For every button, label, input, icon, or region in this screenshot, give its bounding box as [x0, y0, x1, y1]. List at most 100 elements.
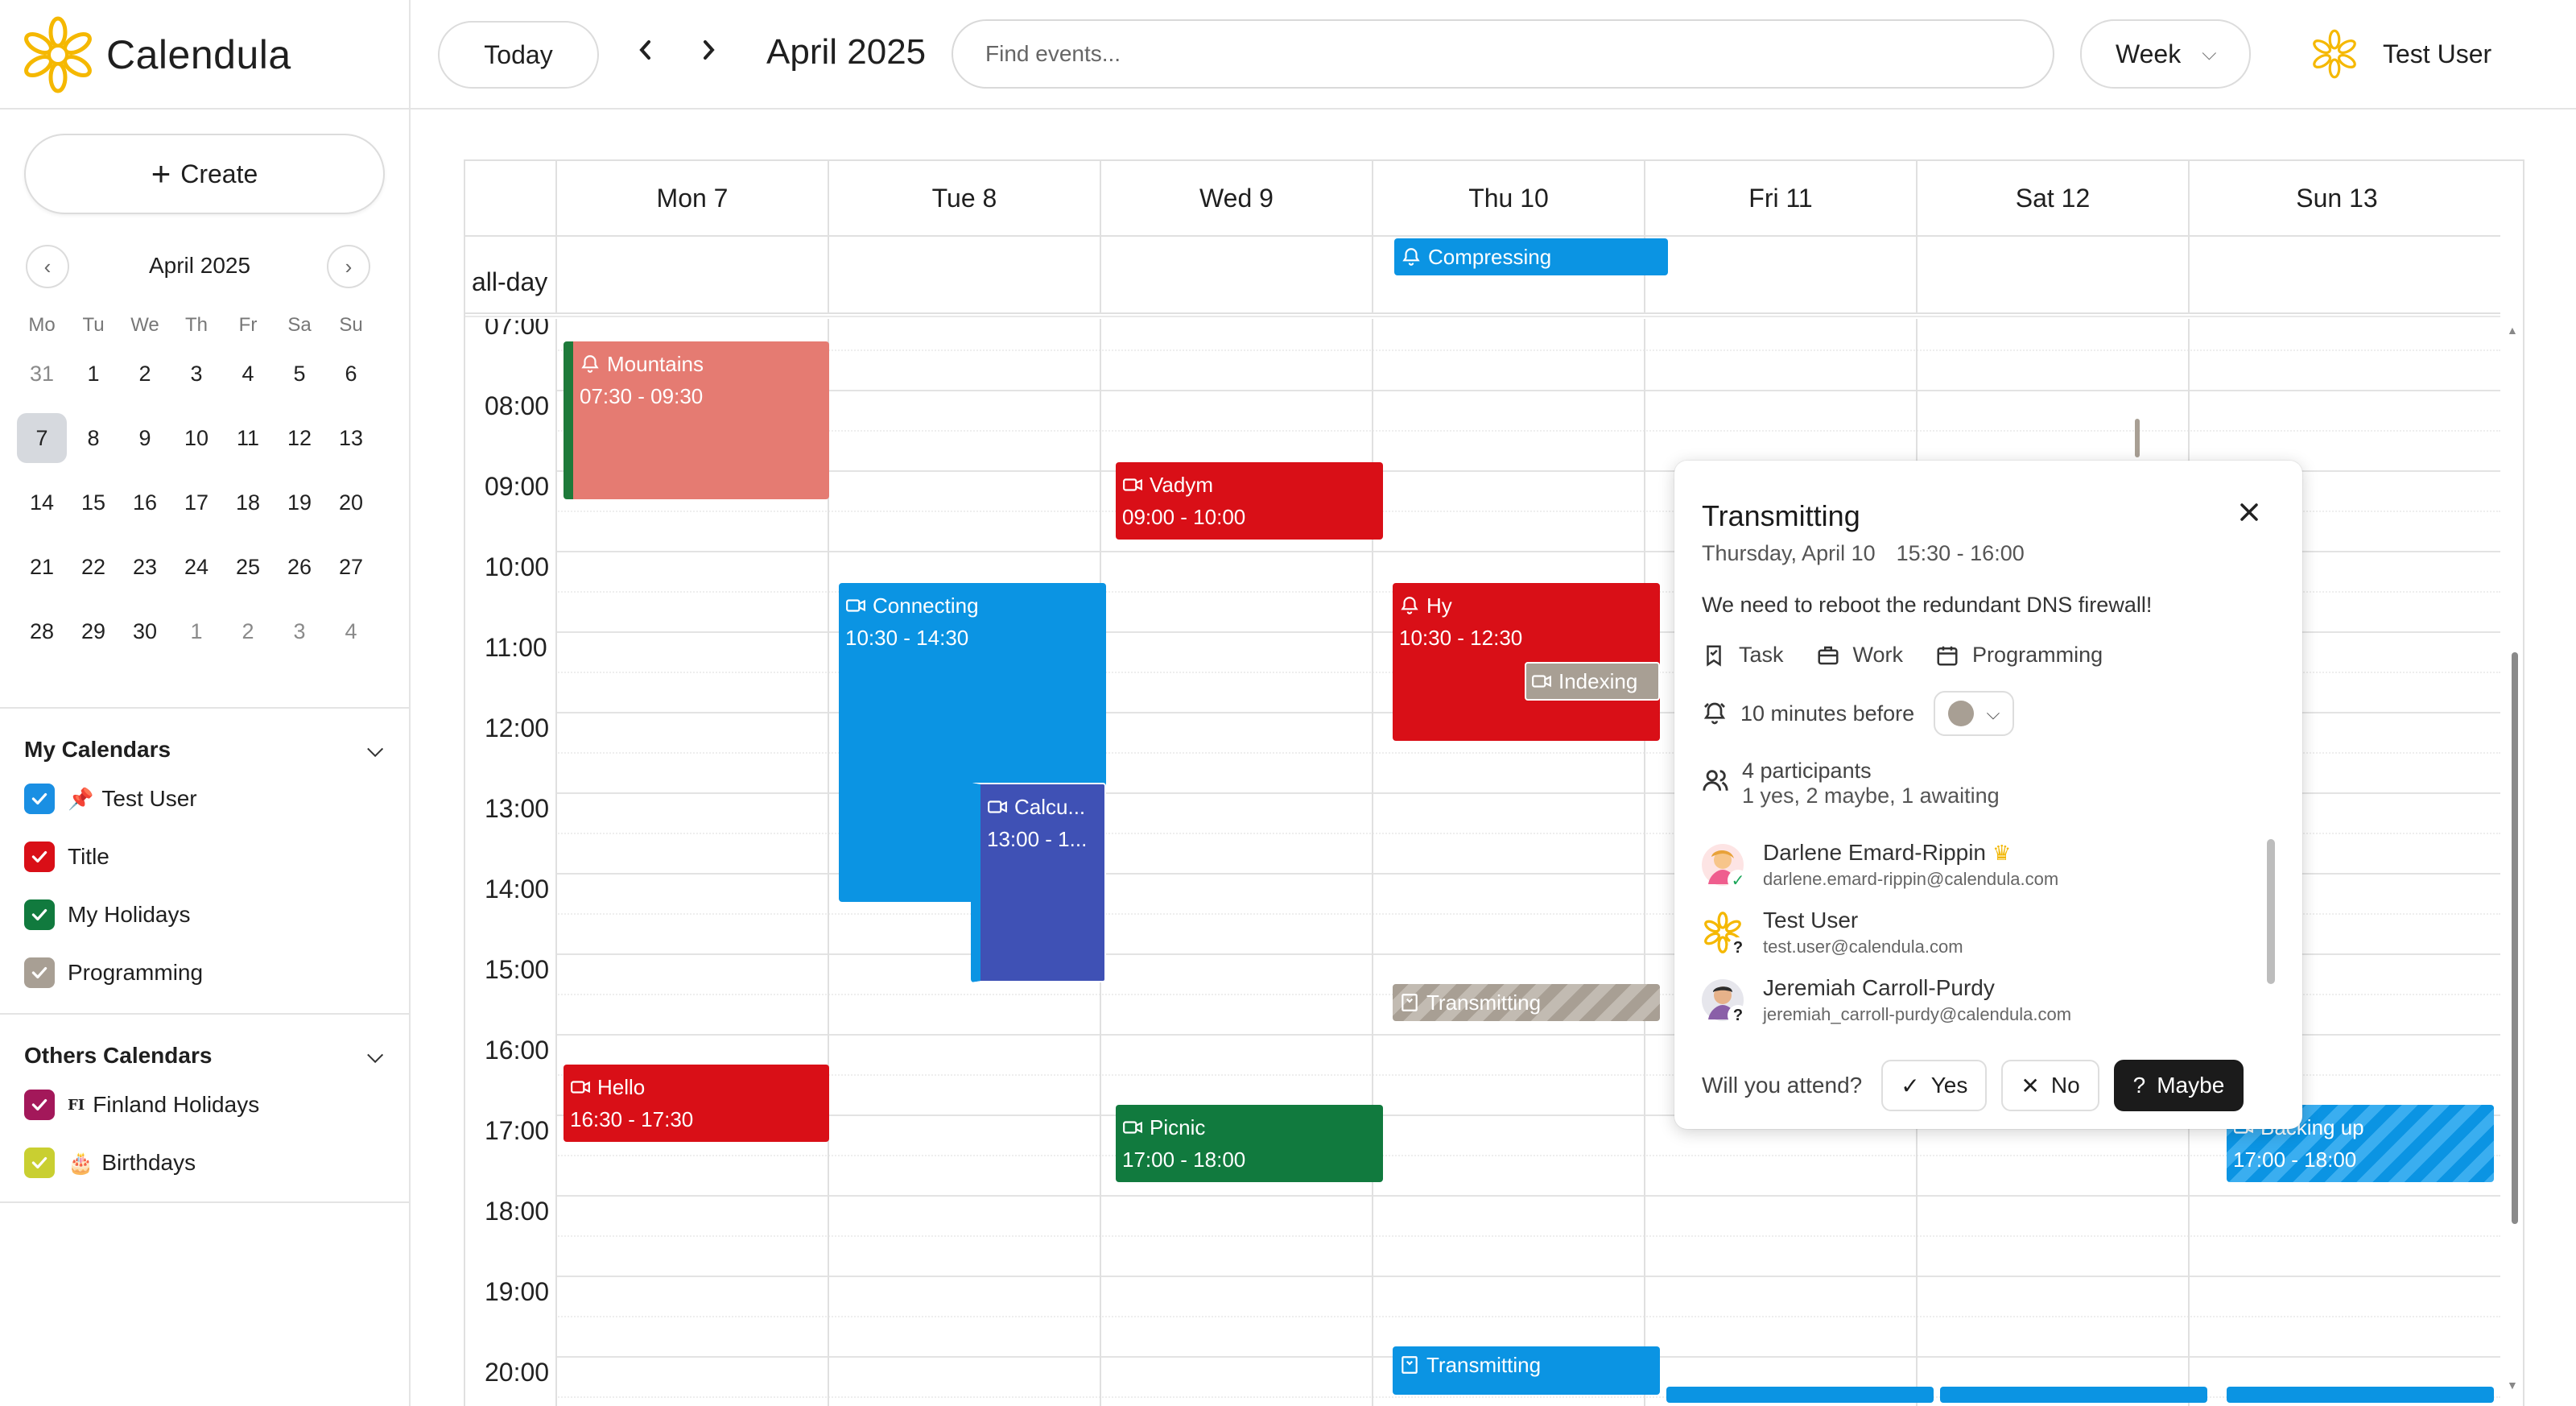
day-header[interactable]: Mon 7: [555, 161, 828, 235]
day-header[interactable]: Fri 11: [1644, 161, 1916, 235]
all-day-cell[interactable]: [1100, 235, 1372, 312]
day-header[interactable]: Sun 13: [2188, 161, 2484, 235]
all-day-cell[interactable]: [555, 235, 828, 312]
mini-day[interactable]: 3: [171, 341, 222, 406]
calendar-item[interactable]: My Holidays: [24, 886, 386, 944]
calendar-item[interactable]: FI Finland Holidays: [24, 1076, 386, 1134]
mini-day[interactable]: 20: [325, 470, 377, 535]
next-week-button[interactable]: [692, 34, 724, 66]
day-header[interactable]: Thu 10: [1372, 161, 1644, 235]
mini-day[interactable]: 28: [16, 599, 68, 664]
mini-day[interactable]: 14: [16, 470, 68, 535]
event-transmitting-evening[interactable]: Transmitting: [1393, 1346, 1660, 1395]
attend-maybe-button[interactable]: ? Maybe: [2113, 1060, 2244, 1111]
event-transmitting[interactable]: Transmitting: [1393, 984, 1660, 1021]
mini-day[interactable]: 22: [68, 535, 119, 599]
mini-day[interactable]: 8: [68, 406, 119, 470]
my-calendars-header[interactable]: My Calendars ⌵: [24, 730, 386, 770]
mini-day[interactable]: 1: [171, 599, 222, 664]
all-day-label: all-day: [472, 267, 548, 296]
view-select[interactable]: Week ⌵: [2080, 19, 2251, 89]
brand[interactable]: Calendula: [24, 11, 291, 98]
event-calcu[interactable]: Calcu... 13:00 - 1...: [971, 783, 1106, 982]
mini-day[interactable]: 7: [16, 406, 68, 470]
mini-day[interactable]: 4: [222, 341, 274, 406]
mini-day[interactable]: 17: [171, 470, 222, 535]
mini-day[interactable]: 12: [274, 406, 325, 470]
all-day-cell[interactable]: [828, 235, 1100, 312]
mini-day[interactable]: 27: [325, 535, 377, 599]
mini-day[interactable]: 25: [222, 535, 274, 599]
mini-day[interactable]: 4: [325, 599, 377, 664]
day-header[interactable]: Tue 8: [828, 161, 1100, 235]
search-bar[interactable]: [952, 19, 2054, 89]
event-hello[interactable]: Hello 16:30 - 17:30: [564, 1065, 829, 1142]
attend-no-button[interactable]: ✕ No: [2001, 1060, 2099, 1111]
search-input[interactable]: [985, 41, 2053, 67]
mini-day[interactable]: 21: [16, 535, 68, 599]
mini-day[interactable]: 2: [119, 341, 171, 406]
calendar-item[interactable]: 🎂 Birthdays: [24, 1134, 386, 1192]
others-calendars-header[interactable]: Others Calendars ⌵: [24, 1036, 386, 1076]
participant-row[interactable]: ✓ Darlene Emard-Rippin ♛ darlene.emard-ri…: [1702, 831, 2257, 899]
color-select[interactable]: ⌵: [1934, 691, 2015, 736]
mini-day[interactable]: 18: [222, 470, 274, 535]
chevron-down-icon: ⌵: [367, 1043, 383, 1067]
mini-day[interactable]: 9: [119, 406, 171, 470]
event-sun-evening[interactable]: [2227, 1387, 2494, 1403]
event-sat-evening[interactable]: [1940, 1387, 2207, 1403]
calendar-checkbox[interactable]: [24, 1090, 55, 1120]
mini-day[interactable]: 16: [119, 470, 171, 535]
close-button[interactable]: [2233, 496, 2265, 528]
event-picnic[interactable]: Picnic 17:00 - 18:00: [1116, 1105, 1383, 1182]
calendar-checkbox[interactable]: [24, 1148, 55, 1178]
calendar-checkbox[interactable]: [24, 899, 55, 930]
calendar-item[interactable]: 📌 Test User: [24, 770, 386, 828]
create-button[interactable]: + Create: [24, 134, 385, 214]
event-compressing[interactable]: Compressing: [1394, 238, 1668, 275]
participants-scrollbar[interactable]: [2267, 839, 2275, 984]
calendar-checkbox[interactable]: [24, 842, 55, 872]
mini-day[interactable]: 11: [222, 406, 274, 470]
calendar-checkbox[interactable]: [24, 957, 55, 988]
prev-week-button[interactable]: [630, 34, 662, 66]
mini-day[interactable]: 29: [68, 599, 119, 664]
mini-day[interactable]: 15: [68, 470, 119, 535]
mini-day[interactable]: 5: [274, 341, 325, 406]
today-button[interactable]: Today: [438, 21, 599, 89]
all-day-cell[interactable]: [2188, 235, 2484, 312]
event-mountains[interactable]: Mountains 07:30 - 09:30: [564, 341, 829, 499]
participant-row[interactable]: ? Test User test.user@calendula.com: [1702, 899, 2257, 966]
event-fri-evening[interactable]: [1666, 1387, 1934, 1403]
event-vadym[interactable]: Vadym 09:00 - 10:00: [1116, 462, 1383, 540]
scroll-down-icon[interactable]: ▼: [2507, 1379, 2518, 1392]
calendar-item[interactable]: Programming: [24, 944, 386, 1002]
user-menu[interactable]: Test User: [2312, 24, 2491, 84]
calendar-checkbox[interactable]: [24, 784, 55, 814]
participant-row[interactable]: ? Jeremiah Carroll-Purdy jeremiah_carrol…: [1702, 966, 2257, 1034]
mini-day[interactable]: 19: [274, 470, 325, 535]
mini-day[interactable]: 1: [68, 341, 119, 406]
day-header[interactable]: Wed 9: [1100, 161, 1372, 235]
mini-day[interactable]: 2: [222, 599, 274, 664]
all-day-cell[interactable]: [1916, 235, 2188, 312]
mini-day[interactable]: 31: [16, 341, 68, 406]
attend-yes-button[interactable]: ✓ Yes: [1881, 1060, 1988, 1111]
event-indexing[interactable]: Indexing: [1525, 662, 1660, 701]
mini-day[interactable]: 3: [274, 599, 325, 664]
scrollbar-thumb[interactable]: [2512, 652, 2518, 1224]
mini-next-button[interactable]: ›: [327, 245, 370, 288]
mini-day[interactable]: 24: [171, 535, 222, 599]
scroll-up-icon[interactable]: ▲: [2507, 324, 2518, 337]
mini-day[interactable]: 30: [119, 599, 171, 664]
day-header[interactable]: Sat 12: [1916, 161, 2188, 235]
mini-day[interactable]: 10: [171, 406, 222, 470]
mini-prev-button[interactable]: ‹: [26, 245, 69, 288]
mini-day[interactable]: 13: [325, 406, 377, 470]
mini-day[interactable]: 6: [325, 341, 377, 406]
all-day-cell[interactable]: [1644, 235, 1916, 312]
mini-day[interactable]: 26: [274, 535, 325, 599]
mini-day[interactable]: 23: [119, 535, 171, 599]
calendar-item[interactable]: Title: [24, 828, 386, 886]
event-fri-sliver[interactable]: [2135, 419, 2140, 457]
